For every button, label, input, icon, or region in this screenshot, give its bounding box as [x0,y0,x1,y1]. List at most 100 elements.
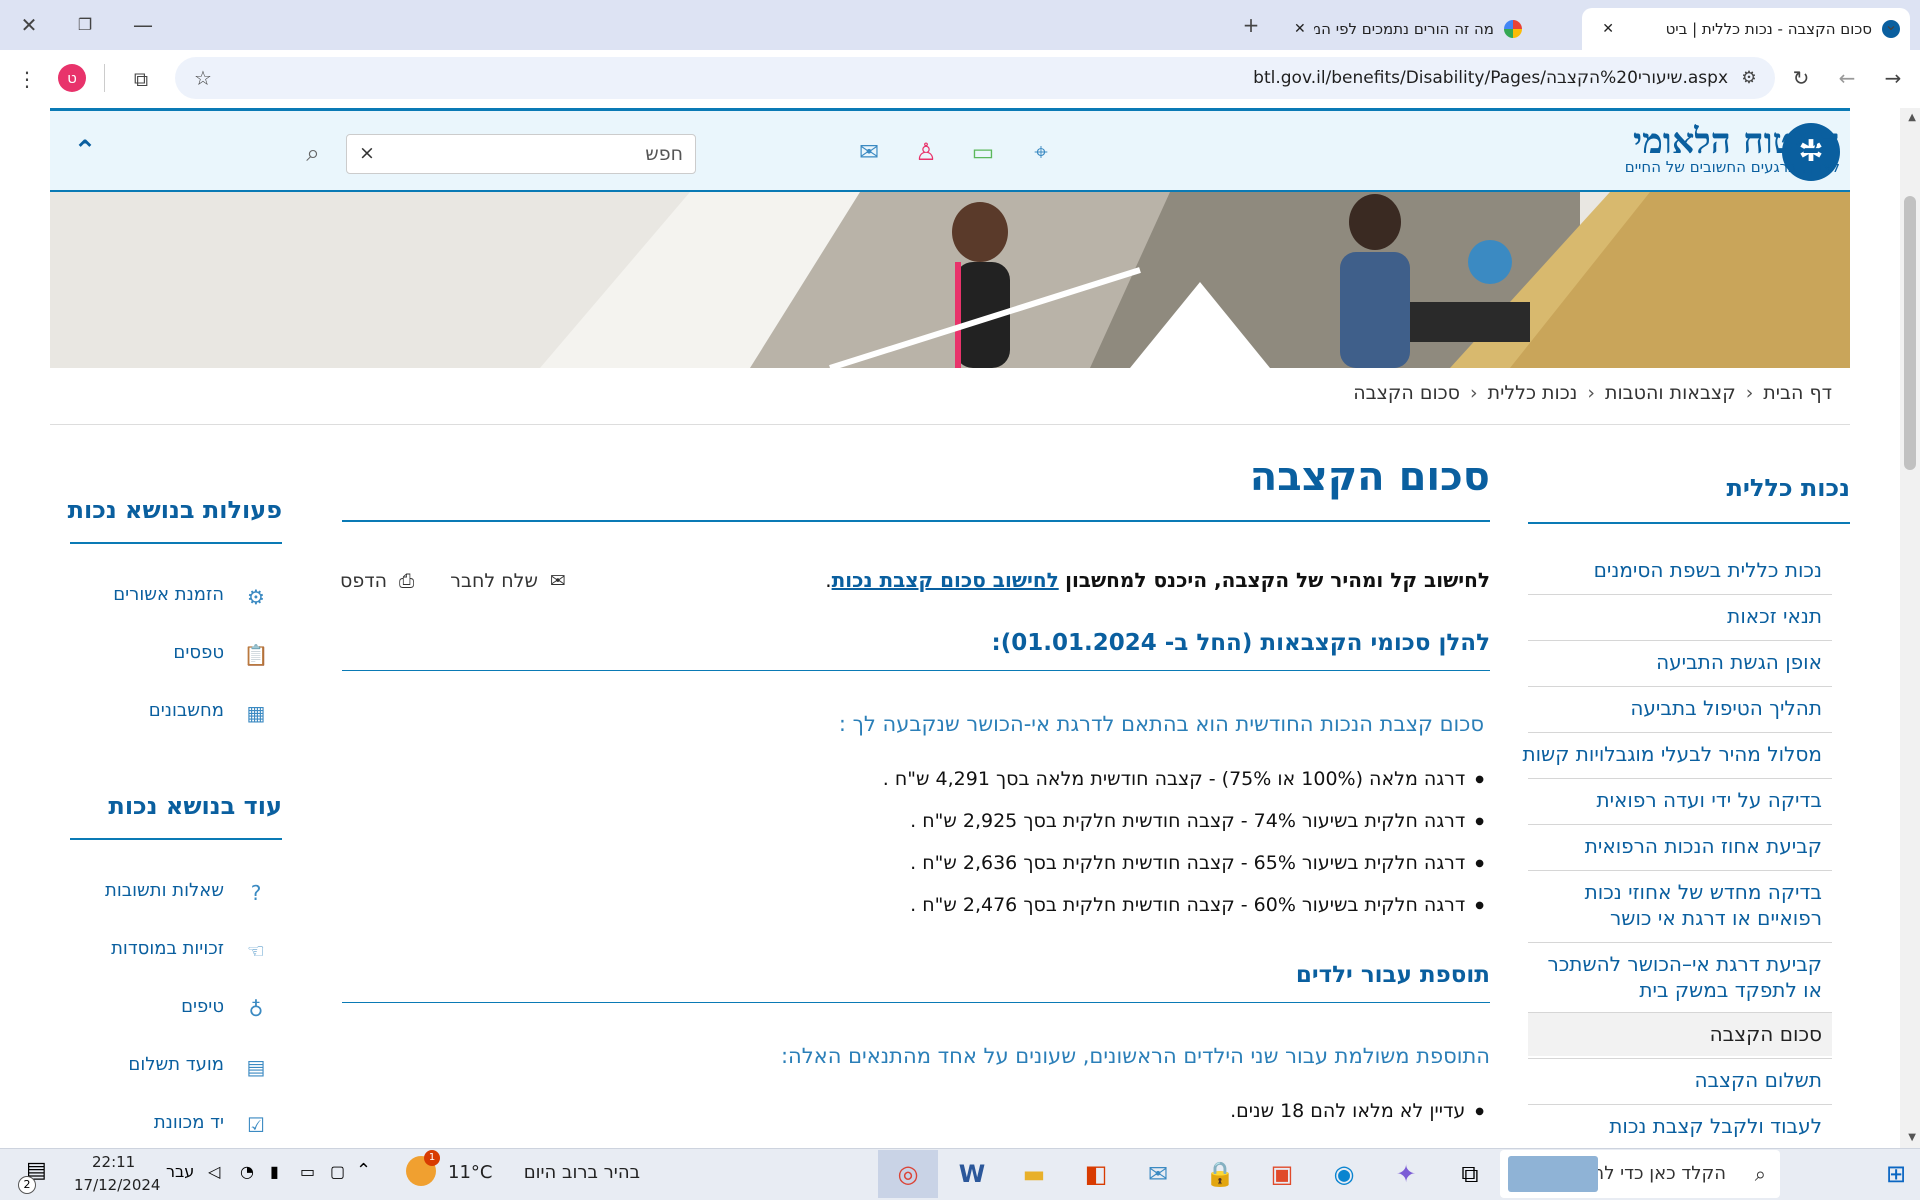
extensions-icon[interactable]: ⧉ [126,64,156,94]
edge-icon[interactable]: ◉ [1322,1152,1366,1196]
file-explorer-icon[interactable]: ▬ [1012,1152,1056,1196]
scroll-up-icon[interactable]: ▲ [1908,112,1916,123]
logo-subtitle: לצדך, ברגעים החשובים של החיים [1624,158,1840,176]
clipboard-icon[interactable]: 📋 [242,641,270,669]
temperature[interactable]: 11°C [448,1162,492,1183]
nav-item-recheck-line1[interactable]: בדיקה מחדש של אחוזי נכות [1585,880,1822,904]
more-guiding-hand[interactable]: יד מכוונת [154,1112,224,1133]
volume-icon[interactable]: ◁ [208,1162,220,1181]
taskbar-search-input[interactable]: ⌕ הקלד כאן כדי לחפש [1500,1150,1780,1198]
close-window-icon[interactable]: ✕ [14,10,44,40]
list-item: דרגה חלקית בשיעור 65% - קצבה חודשית חלקי… [910,852,1484,874]
close-tab-icon[interactable]: ✕ [1602,21,1614,37]
reload-icon[interactable]: ↻ [1786,63,1816,93]
wifi-icon[interactable]: ◔ [240,1162,254,1181]
site-info-icon[interactable]: ⚙ [1734,63,1764,93]
lightbulb-icon[interactable]: ♁ [242,995,270,1023]
logo-title[interactable]: הביטוח הלאומי [1633,121,1840,162]
restore-window-icon[interactable]: ❐ [70,10,100,40]
task-view-icon[interactable]: ⧉ [1448,1152,1492,1196]
scrollbar-thumb[interactable] [1904,196,1916,470]
calendar-icon[interactable]: ▤ [242,1053,270,1081]
menu-dots-icon[interactable]: ⋮ [12,64,42,94]
mail-icon[interactable]: ✉ [550,570,566,592]
nav-item-payment[interactable]: תשלום הקצבה [1694,1068,1822,1092]
action-calculators[interactable]: מחשבונים [149,700,224,721]
site-search-input[interactable]: חפש × [346,134,696,174]
calculator-link[interactable]: לחישוב סכום קצבת נכות [832,568,1059,592]
nav-item-incapacity-line1[interactable]: קביעת דרגת אי–הכושר להשתכר [1547,952,1822,976]
back-icon[interactable]: ← [1832,63,1862,93]
wallet-icon[interactable]: ▭ [966,135,1000,169]
checklist-icon[interactable]: ☑ [242,1111,270,1139]
clock-date[interactable]: 17/12/2024 [74,1176,160,1194]
collapse-header-chevron-icon[interactable]: ⌃ [68,134,102,168]
search-icon[interactable]: ⌕ [296,136,330,170]
weather-text[interactable]: בהיר ברוב היום [524,1162,640,1183]
scroll-down-icon[interactable]: ▼ [1908,1132,1916,1143]
store-icon[interactable]: ▣ [1260,1152,1304,1196]
profile-avatar[interactable]: ט [58,64,86,92]
breadcrumb-benefits[interactable]: קצבאות והטבות [1605,382,1736,404]
print-button[interactable]: הדפס [340,570,387,592]
send-to-friend-button[interactable]: שלח לחבר [450,570,538,592]
hand-icon[interactable]: ☜ [242,937,270,965]
breadcrumb-home[interactable]: דף הבית [1763,382,1832,404]
search-clear-icon[interactable]: × [359,142,375,164]
more-faq[interactable]: שאלות ותשובות [105,880,224,901]
word-icon[interactable]: W [950,1152,994,1196]
nav-divider [1528,640,1832,641]
toolbar-divider [104,64,105,92]
battery-icon[interactable]: ▮ [270,1162,279,1181]
gear-icon[interactable]: ⚙ [242,583,270,611]
printer-icon[interactable]: ⎙ [399,570,414,592]
tab-active[interactable]: סכום הקצבה - נכות כללית | ביט ✕ [1582,8,1910,50]
breadcrumb: דף הבית ‹ קצבאות והטבות ‹ נכות כללית ‹ סכום הק… [1353,382,1832,404]
forward-icon[interactable]: → [1878,63,1908,93]
nav-item-incapacity-line2[interactable]: או לתפקד במשק בית [1639,978,1822,1002]
location-pin-icon[interactable]: ⌖ [1024,135,1058,169]
clock-time[interactable]: 22:11 [92,1153,135,1171]
action-forms[interactable]: טפסים [173,642,224,663]
action-approvals[interactable]: הזמנת אשורים [113,584,224,605]
minimize-window-icon[interactable]: — [128,10,158,40]
more-tips[interactable]: טיפים [181,996,224,1017]
calculator-icon[interactable]: ▦ [242,699,270,727]
lock-app-icon[interactable]: 🔒 [1198,1152,1242,1196]
right-nav-underline [1528,522,1850,524]
tab-inactive[interactable]: מה זה הורים נתמכים לפי המלל ✕ [1284,8,1532,50]
chrome-icon[interactable]: ◎ [886,1152,930,1196]
windows-start-icon[interactable]: ⊞ [1874,1152,1918,1196]
copilot-icon[interactable]: ✦ [1384,1152,1428,1196]
nav-item-benefit-amount[interactable]: סכום הקצבה [1710,1022,1822,1046]
url-text[interactable]: btl.gov.il/benefits/Disability/Pages/שיע… [1253,68,1728,88]
nav-item-recheck-line2[interactable]: רפואיים או דרגת אי כושר [1610,906,1822,930]
nav-item-medical-committee[interactable]: בדיקה על ידי ועדה רפואית [1596,788,1822,812]
nav-item-fast-track[interactable]: מסלול מהיר לבעלי מוגבלויות קשות [1522,742,1822,766]
tab-search-chevron-icon[interactable]: ⌄ [1876,10,1906,40]
new-tab-icon[interactable]: + [1236,10,1266,40]
more-payment-date[interactable]: מועד תשלום [128,1054,224,1075]
nav-item-eligibility[interactable]: תנאי זכאות [1727,604,1822,628]
nav-item-medical-percentage[interactable]: קביעת אחוז הנכות הרפואית [1585,834,1822,858]
nav-item-work-and-benefit[interactable]: לעבוד ולקבל קצבת נכות [1609,1114,1822,1138]
display-icon[interactable]: ▭ [300,1162,315,1181]
nav-item-claim-process[interactable]: תהליך הטיפול בתביעה [1630,696,1822,720]
mail-app-icon[interactable]: ✉ [1136,1152,1180,1196]
language-indicator[interactable]: עבר [166,1162,194,1181]
office-icon[interactable]: ◧ [1074,1152,1118,1196]
user-icon[interactable]: ♙ [909,135,943,169]
mail-icon[interactable]: ✉ [852,135,886,169]
meet-icon[interactable]: ▢ [330,1162,345,1181]
section-divider [342,1002,1490,1003]
bookmark-star-icon[interactable]: ☆ [188,63,218,93]
right-nav-title[interactable]: נכות כללית [1726,474,1850,502]
breadcrumb-disability[interactable]: נכות כללית [1488,382,1578,404]
nav-item-sign-language[interactable]: נכות כללית בשפת הסימנים [1594,558,1822,582]
nav-item-how-to-claim[interactable]: אופן הגשת התביעה [1656,650,1822,674]
more-institution-rights[interactable]: זכויות במוסדות [111,938,224,959]
chevron-up-icon[interactable]: ⌃ [356,1160,371,1181]
close-tab-icon[interactable]: ✕ [1294,21,1306,37]
intro-text: לחישוב קל ומהיר של הקצבה, היכנס למחשבון [1065,568,1490,592]
question-icon[interactable]: ? [242,879,270,907]
